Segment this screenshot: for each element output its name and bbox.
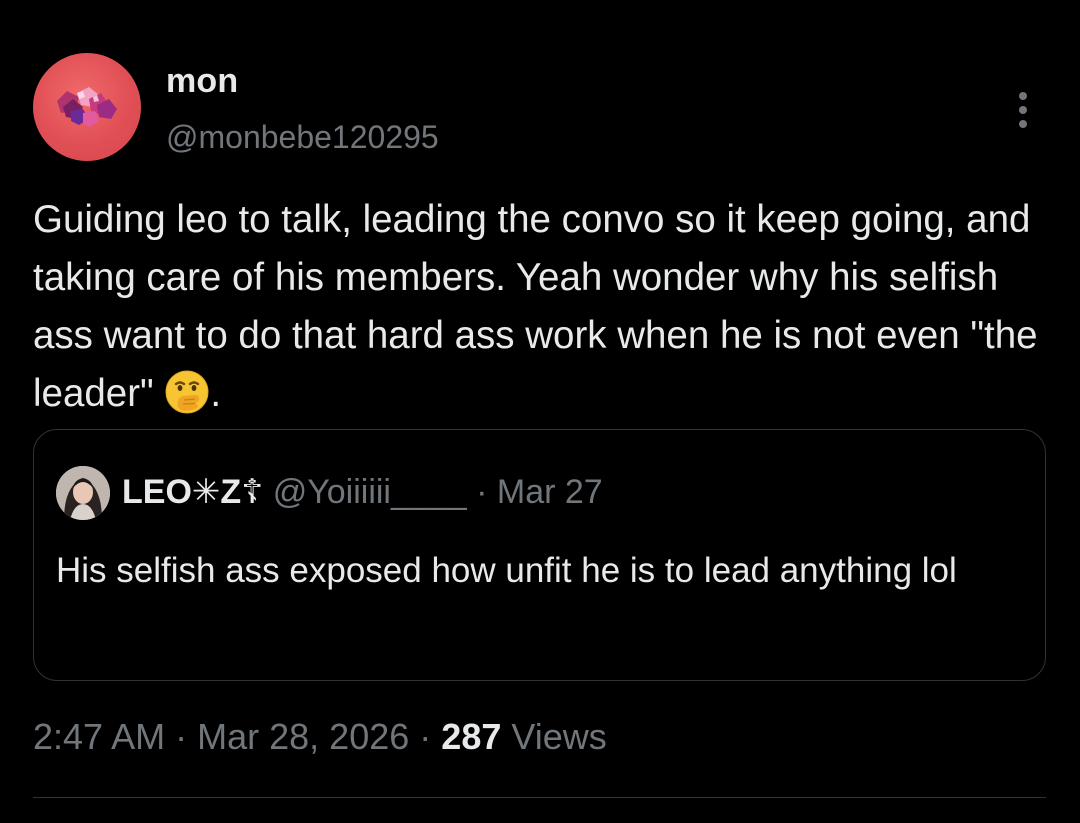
meta-separator: · — [175, 716, 188, 757]
tweet-date[interactable]: Mar 28, 2026 — [197, 716, 409, 757]
meta-separator: · — [419, 716, 432, 757]
tweet: mon @monbebe120295 Guiding leo to talk, … — [0, 0, 1080, 823]
gems-icon — [57, 87, 117, 127]
views-count: 287 — [441, 716, 502, 757]
tweet-text-end: . — [210, 372, 222, 415]
more-vertical-icon — [1019, 92, 1027, 100]
quoted-tweet-text: His selfish ass exposed how unfit he is … — [56, 551, 957, 590]
tweet-time[interactable]: 2:47 AM — [33, 716, 165, 757]
quoted-tweet-date[interactable]: Mar 27 — [497, 473, 603, 511]
more-vertical-icon-dot — [1019, 106, 1027, 114]
more-vertical-icon-dot — [1019, 120, 1027, 128]
quoted-tweet-header: LEO✳Z☦ @Yoiiiiii____ · Mar 27 — [122, 470, 603, 514]
quoted-author-avatar[interactable] — [56, 466, 110, 520]
portrait-avatar-icon — [56, 466, 110, 520]
more-options-button[interactable] — [1009, 88, 1039, 132]
author-handle[interactable]: @monbebe120295 — [166, 119, 439, 156]
tweet-text: Guiding leo to talk, leading the convo s… — [33, 191, 1043, 423]
author-display-name[interactable]: mon — [166, 62, 238, 101]
quoted-author-name[interactable]: LEO✳Z☦ — [122, 473, 263, 511]
quoted-separator: · — [476, 473, 488, 511]
views-label: Views — [511, 716, 607, 757]
divider — [33, 797, 1046, 798]
quoted-tweet-card[interactable]: LEO✳Z☦ @Yoiiiiii____ · Mar 27 His selfis… — [33, 429, 1046, 681]
quoted-author-handle[interactable]: @Yoiiiiii____ — [273, 473, 467, 511]
author-avatar[interactable] — [33, 53, 141, 161]
face-with-hand-over-mouth-icon — [165, 370, 209, 414]
tweet-meta: 2:47 AM · Mar 28, 2026 · 287 Views — [33, 716, 607, 758]
